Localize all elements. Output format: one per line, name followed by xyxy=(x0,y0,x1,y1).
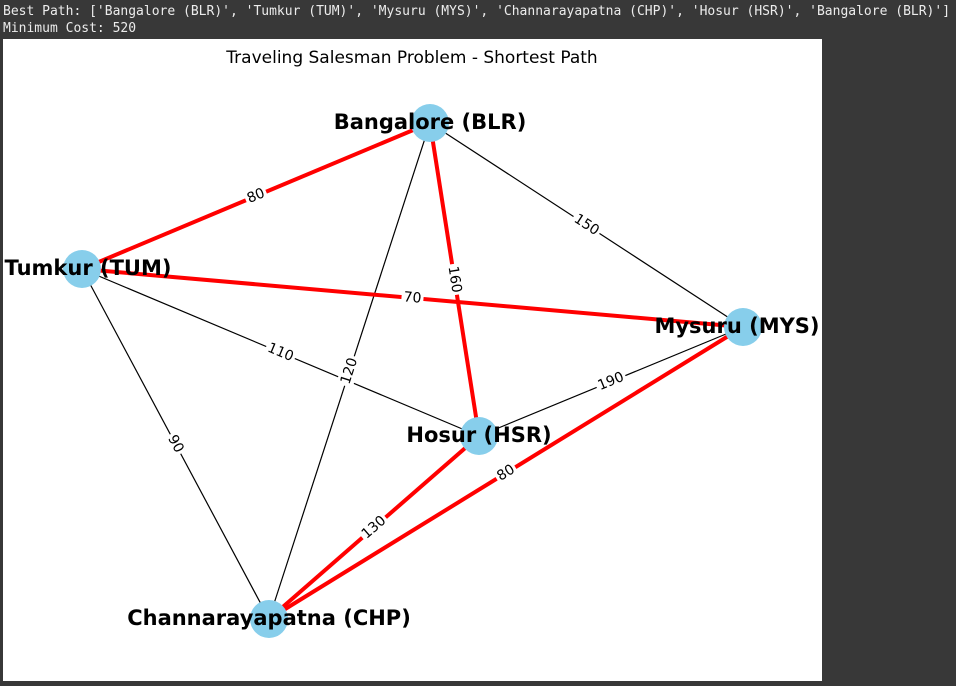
edge-weight-label: 150 xyxy=(569,208,605,241)
edge-weight-label: 160 xyxy=(444,262,466,297)
node-label-mys: Mysuru (MYS) xyxy=(654,314,819,338)
node-label-tum: Tumkur (TUM) xyxy=(5,256,172,280)
edge-weight-label: 120 xyxy=(336,353,362,389)
edge-weight-text: 160 xyxy=(445,265,465,294)
edge-weight-text: 80 xyxy=(494,462,518,485)
edge-weight-text: 110 xyxy=(265,340,296,365)
edge-weight-label: 80 xyxy=(242,183,270,208)
edge-weight-text: 120 xyxy=(338,356,361,386)
node-label-hsr: Hosur (HSR) xyxy=(406,423,551,447)
tsp-graph: Traveling Salesman Problem - Shortest Pa… xyxy=(5,48,820,638)
node-label-chp: Channarayapatna (CHP) xyxy=(127,606,411,630)
node-label-blr: Bangalore (BLR) xyxy=(334,110,527,134)
edge-weight-label: 90 xyxy=(163,430,189,458)
edge-weight-label: 80 xyxy=(491,459,520,486)
plot-figure: Traveling Salesman Problem - Shortest Pa… xyxy=(3,39,822,681)
edge-weight-label: 110 xyxy=(263,338,299,366)
minimum-cost-output: Minimum Cost: 520 xyxy=(3,21,137,36)
best-path-output: Best Path: ['Bangalore (BLR)', 'Tumkur (… xyxy=(3,4,951,19)
edge-weight-text: 190 xyxy=(596,369,627,394)
edge-weight-text: 70 xyxy=(403,289,422,306)
edge-weight-label: 70 xyxy=(400,288,425,307)
chart-title: Traveling Salesman Problem - Shortest Pa… xyxy=(225,48,597,68)
edge-weight-label: 190 xyxy=(593,367,629,395)
